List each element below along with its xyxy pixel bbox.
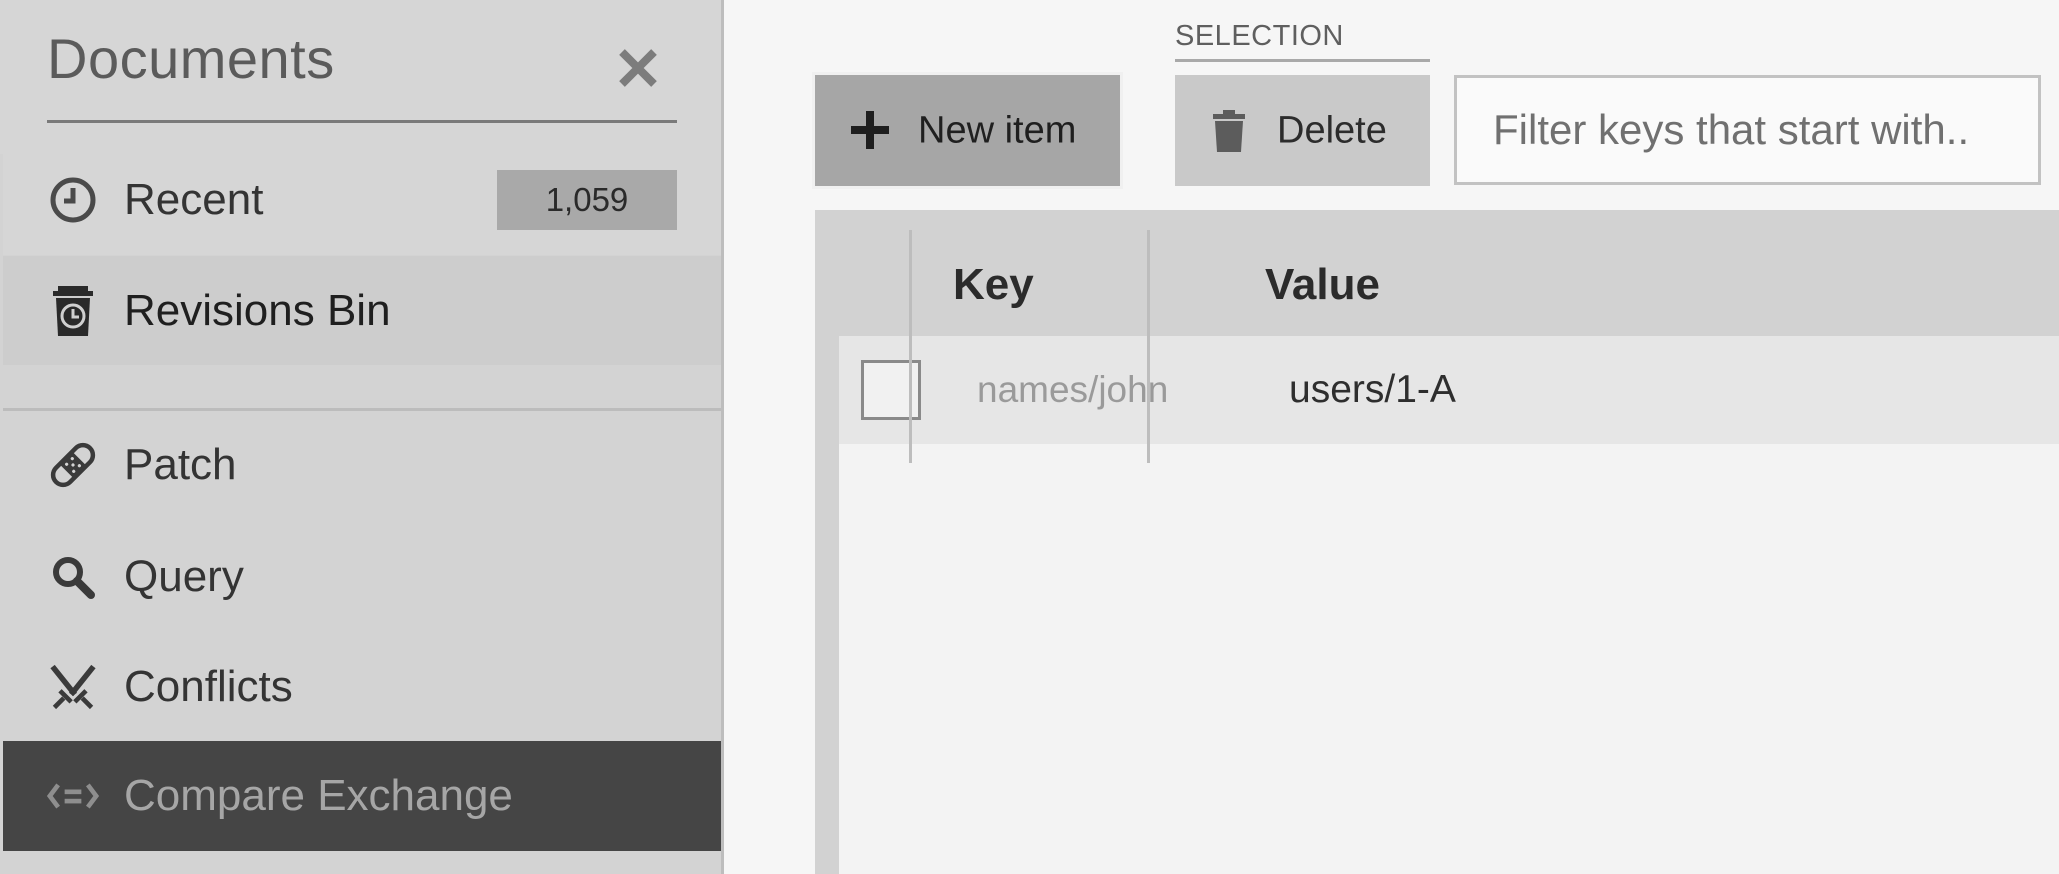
- selection-divider: [1175, 59, 1430, 62]
- new-item-button[interactable]: New item: [815, 75, 1120, 186]
- sidebar-title: Documents: [47, 27, 335, 90]
- revisions-bin-icon: [47, 285, 99, 337]
- sidebar-item-label: Revisions Bin: [124, 285, 391, 335]
- sidebar-item-conflicts[interactable]: Conflicts: [3, 632, 721, 742]
- compare-exchange-table: Key Value names/john users/1-A: [815, 210, 2059, 874]
- key-cell: names/john: [977, 369, 1169, 410]
- sidebar-item-recent[interactable]: Recent 1,059: [3, 145, 721, 255]
- new-item-label: New item: [918, 109, 1077, 151]
- count-badge: 1,059: [497, 170, 677, 230]
- trash-icon: [1211, 110, 1247, 152]
- clock-icon: [47, 174, 99, 226]
- column-divider[interactable]: [1147, 230, 1150, 463]
- sidebar-header: Documents: [0, 0, 721, 154]
- sidebar-item-label: Compare Exchange: [124, 771, 513, 820]
- bandage-icon: [47, 439, 99, 491]
- sidebar-item-label: Conflicts: [124, 662, 293, 711]
- plus-icon: [847, 107, 893, 153]
- delete-label: Delete: [1277, 109, 1387, 151]
- sidebar-item-label: Query: [124, 552, 244, 601]
- row-checkbox[interactable]: [861, 360, 921, 420]
- sidebar-item-patch[interactable]: Patch: [3, 410, 721, 520]
- sidebar-item-compare-exchange[interactable]: Compare Exchange: [3, 741, 721, 851]
- value-cell: users/1-A: [1289, 368, 1456, 411]
- filter-keys-input[interactable]: [1454, 75, 2041, 185]
- column-divider[interactable]: [909, 230, 912, 463]
- sidebar-item-query[interactable]: Query: [3, 522, 721, 632]
- delete-button[interactable]: Delete: [1175, 75, 1430, 186]
- compare-exchange-icon: [47, 770, 99, 822]
- column-header-value[interactable]: Value: [1265, 260, 1380, 310]
- selection-label: SELECTION: [1175, 20, 1344, 52]
- table-row[interactable]: names/john users/1-A: [839, 336, 2059, 444]
- search-icon: [47, 551, 99, 603]
- title-divider: [47, 120, 677, 123]
- column-header-key[interactable]: Key: [953, 260, 1034, 310]
- sidebar-item-revisions-bin[interactable]: Revisions Bin: [3, 256, 721, 365]
- sidebar: Documents Recent 1,059 Revisions Bin Pat…: [0, 0, 724, 874]
- sidebar-item-label: Patch: [124, 440, 237, 489]
- crossed-swords-icon: [47, 661, 99, 713]
- close-icon[interactable]: [610, 40, 666, 96]
- sidebar-item-label: Recent: [124, 175, 264, 224]
- table-header: Key Value: [839, 210, 2059, 336]
